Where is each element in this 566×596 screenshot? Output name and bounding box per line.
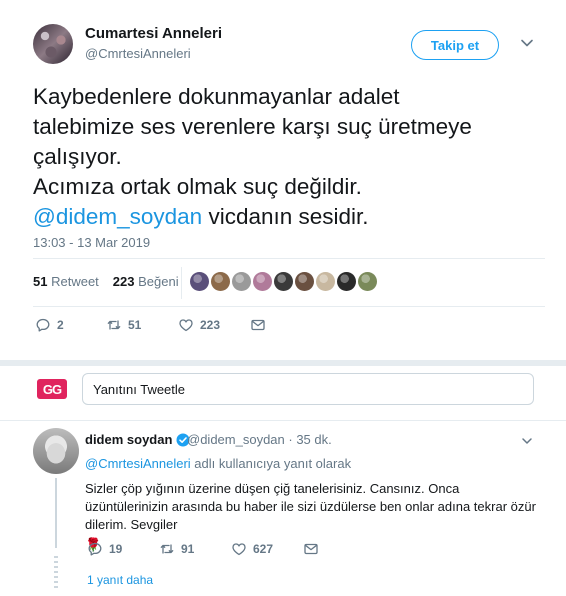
liker-avatar[interactable] <box>232 272 251 291</box>
liker-avatar[interactable] <box>316 272 335 291</box>
thread-line <box>55 478 57 548</box>
tweet-line: Acımıza ortak olmak suç değildir. <box>33 174 362 199</box>
reply-button[interactable]: 2 <box>35 317 64 333</box>
liker-avatars <box>190 272 377 291</box>
retweet-icon <box>107 320 121 330</box>
retweet-stat-label: Retweet <box>51 274 99 289</box>
reply-author-name: didem soydan <box>85 432 173 447</box>
like-button[interactable]: 223 <box>178 317 220 333</box>
envelope-icon <box>304 543 318 555</box>
reply-icon <box>36 318 50 332</box>
retweet-count: 51 <box>128 318 142 332</box>
reply-reply-count: 19 <box>109 542 123 556</box>
reply-body: Sizler çöp yığının üzerine düşen çiğ tan… <box>85 481 536 532</box>
retweet-stat-count: 51 <box>33 274 48 289</box>
stats-separator <box>181 267 182 299</box>
liker-avatar[interactable] <box>295 272 314 291</box>
author-avatar[interactable] <box>33 24 73 64</box>
heart-icon <box>232 543 246 556</box>
chevron-down-icon[interactable] <box>520 36 534 50</box>
tweet-line: Kaybedenlere dokunmayanlar adalet <box>33 84 400 109</box>
like-stat[interactable]: 223 Beğeni <box>113 274 179 289</box>
tweet-timestamp[interactable]: 13:03 - 13 Mar 2019 <box>33 235 150 250</box>
chevron-down-icon[interactable] <box>521 435 533 447</box>
reply-retweet-button[interactable]: 91 <box>159 541 194 557</box>
reply-retweet-count: 91 <box>181 542 195 556</box>
reply-like-button[interactable]: 627 <box>231 541 273 557</box>
message-button[interactable] <box>250 317 266 333</box>
reply-age[interactable]: · 35 dk. <box>288 432 331 447</box>
like-count: 223 <box>200 318 221 332</box>
replying-to: @CmrtesiAnneleri adlı kullanıcıya yanıt … <box>85 456 351 471</box>
reply-reply-button[interactable]: 19 <box>87 541 122 557</box>
reply-input[interactable]: Yanıtını Tweetle <box>82 373 534 405</box>
reply-icon <box>88 542 102 556</box>
author-handle[interactable]: @CmrtesiAnneleri <box>85 46 191 61</box>
reply-like-count: 627 <box>253 542 274 556</box>
thread-dots <box>54 556 58 590</box>
liker-avatar[interactable] <box>211 272 230 291</box>
heart-icon <box>179 319 193 332</box>
divider <box>33 258 545 259</box>
user-logo: GG <box>37 379 67 399</box>
retweet-stat[interactable]: 51 Retweet <box>33 274 99 289</box>
divider <box>0 420 566 421</box>
reply-author-avatar[interactable] <box>33 428 79 474</box>
tweet-line: talebimize ses verenlere karşı suç üretm… <box>33 114 472 139</box>
liker-avatar[interactable] <box>253 272 272 291</box>
reply-meta: @didem_soydan · 35 dk. <box>187 432 332 447</box>
reply-count: 2 <box>57 318 64 332</box>
reply-author-handle[interactable]: @didem_soydan <box>187 432 285 447</box>
author-name[interactable]: Cumartesi Anneleri <box>85 25 222 42</box>
replying-to-link[interactable]: @CmrtesiAnneleri <box>85 456 191 471</box>
more-replies-link[interactable]: 1 yanıt daha <box>87 573 153 587</box>
replying-to-suffix: adlı kullanıcıya yanıt olarak <box>190 456 352 471</box>
liker-avatar[interactable] <box>274 272 293 291</box>
mention-link[interactable]: @didem_soydan <box>33 204 202 229</box>
divider <box>33 306 545 307</box>
reply-message-button[interactable] <box>303 541 319 557</box>
mention-suffix: vicdanın sesidir. <box>202 204 369 229</box>
section-separator <box>0 360 566 366</box>
liker-avatar[interactable] <box>190 272 209 291</box>
liker-avatar[interactable] <box>358 272 377 291</box>
like-stat-count: 223 <box>112 274 135 289</box>
tweet-line: @didem_soydan vicdanın sesidir. <box>33 202 543 232</box>
reply-author[interactable]: didem soydan <box>85 432 190 447</box>
like-stat-label: Beğeni <box>138 274 179 289</box>
retweet-icon <box>160 544 174 554</box>
envelope-icon <box>251 319 265 331</box>
liker-avatar[interactable] <box>337 272 356 291</box>
tweet-stats: 51 Retweet 223 Beğeni <box>33 274 179 289</box>
follow-button[interactable]: Takip et <box>411 30 499 60</box>
tweet-line: çalışıyor. <box>33 144 122 169</box>
retweet-button[interactable]: 51 <box>106 317 141 333</box>
tweet-text: Kaybedenlere dokunmayanlar adalet talebi… <box>33 82 543 232</box>
